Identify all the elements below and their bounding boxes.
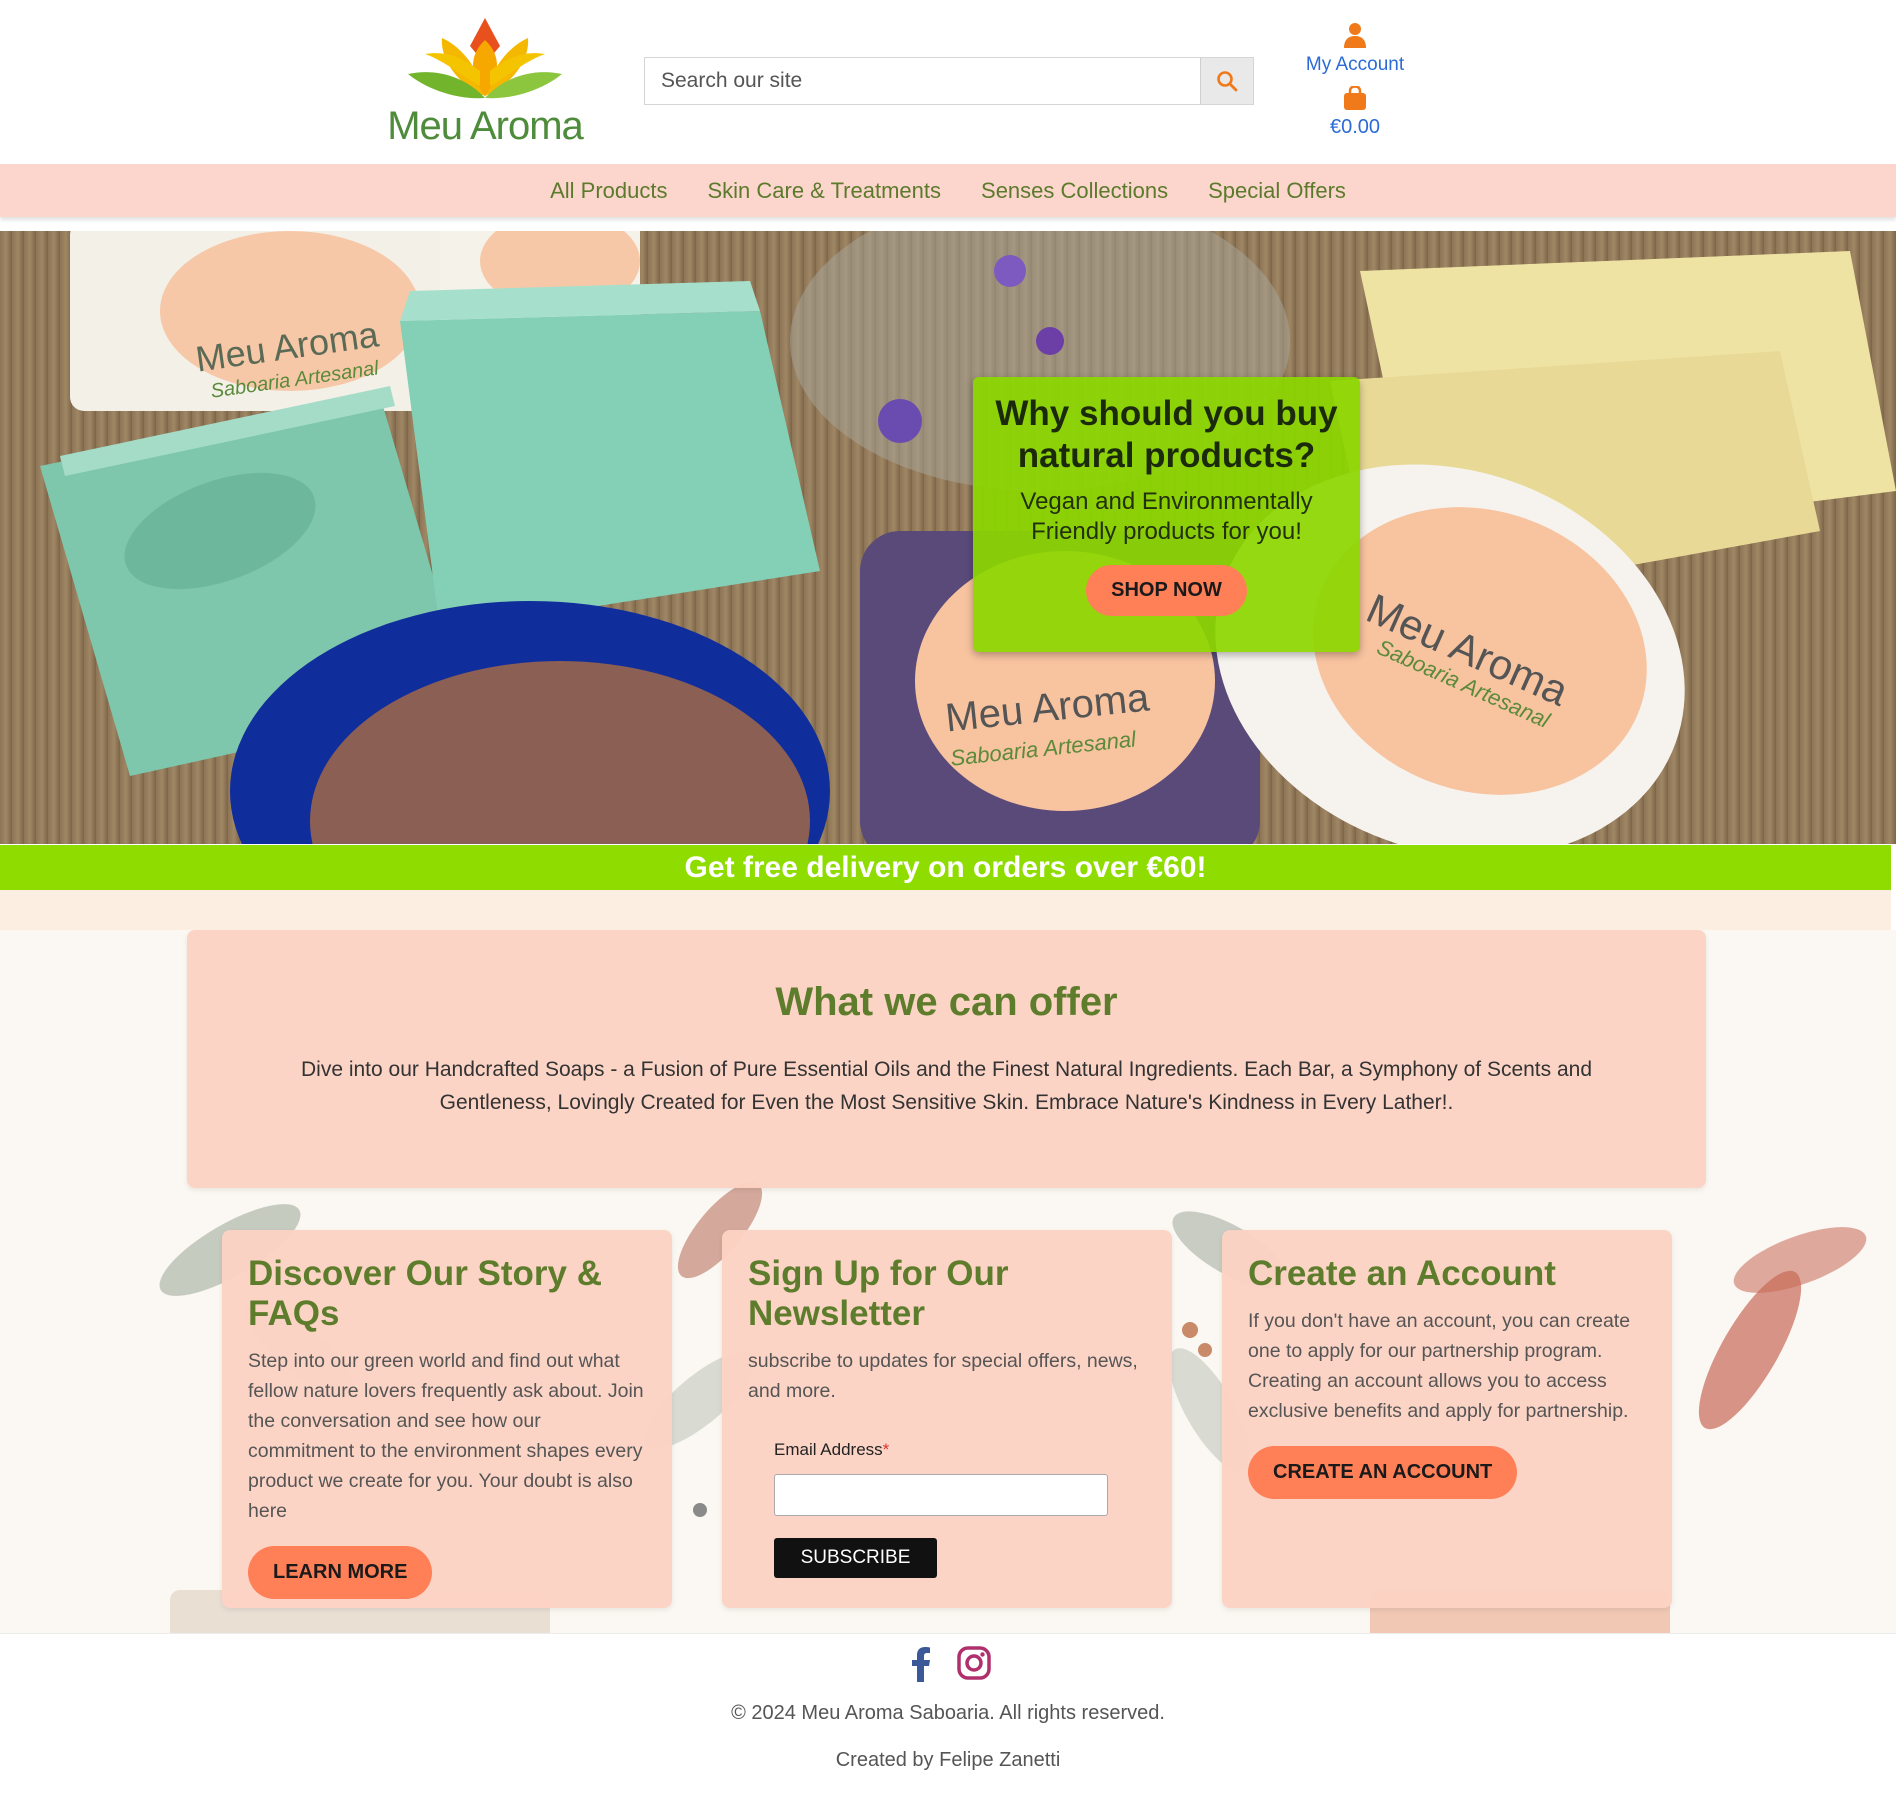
- shop-now-button[interactable]: SHOP NOW: [1086, 565, 1247, 616]
- newsletter-card: Sign Up for Our Newsletter subscribe to …: [722, 1230, 1172, 1608]
- nav-item-all-products[interactable]: All Products: [550, 178, 667, 204]
- credits-text: Created by Felipe Zanetti: [835, 1749, 1061, 1771]
- brand-logo[interactable]: Meu Aroma: [380, 16, 590, 148]
- offer-text: Dive into our Handcrafted Soaps - a Fusi…: [300, 1058, 1593, 1114]
- create-account-card: Create an Account If you don't have an a…: [1222, 1230, 1672, 1608]
- logo-text: Meu Aroma: [387, 104, 584, 148]
- nav-item-senses-collections[interactable]: Senses Collections: [981, 178, 1168, 204]
- user-icon: [1344, 23, 1366, 48]
- create-account-text: If you don't have an account, you can cr…: [1248, 1310, 1631, 1422]
- my-account-label: My Account: [1305, 54, 1405, 75]
- site-header: Meu Aroma My Account €0.00: [0, 0, 1896, 163]
- cart-link[interactable]: €0.00: [1300, 85, 1410, 139]
- hero-text: Vegan and Environmentally Friendly produ…: [1020, 488, 1313, 545]
- main-navigation: All Products Skin Care & Treatments Sens…: [0, 164, 1896, 217]
- email-field[interactable]: [774, 1474, 1108, 1516]
- shopping-bag-icon: [1344, 85, 1366, 110]
- hero-promo-card: Why should you buy natural products? Veg…: [973, 377, 1360, 652]
- story-text: Step into our green world and find out w…: [248, 1350, 644, 1522]
- copyright-text: © 2024 Meu Aroma Saboaria. All rights re…: [731, 1702, 1165, 1724]
- search-bar: [644, 57, 1254, 105]
- nav-item-skin-care[interactable]: Skin Care & Treatments: [707, 178, 941, 204]
- create-account-title: Create an Account: [1248, 1254, 1556, 1293]
- instagram-icon[interactable]: [957, 1646, 991, 1680]
- lotus-logo-icon: [408, 18, 562, 99]
- offer-section: What we can offer Dive into our Handcraf…: [0, 930, 1896, 1633]
- nav-item-special-offers[interactable]: Special Offers: [1208, 178, 1346, 204]
- create-account-button[interactable]: CREATE AN ACCOUNT: [1248, 1446, 1518, 1499]
- subscribe-button[interactable]: SUBSCRIBE: [774, 1538, 937, 1578]
- story-title: Discover Our Story & FAQs: [248, 1254, 602, 1333]
- social-links: [0, 1646, 1896, 1682]
- facebook-icon[interactable]: [905, 1646, 937, 1682]
- section-divider: [0, 890, 1891, 930]
- search-icon: [1217, 71, 1238, 92]
- learn-more-button[interactable]: LEARN MORE: [248, 1546, 433, 1599]
- email-label: Email Address*: [774, 1440, 890, 1459]
- offer-title: What we can offer: [775, 980, 1118, 1024]
- my-account-link[interactable]: My Account: [1300, 22, 1410, 76]
- hero-title: Why should you buy natural products?: [995, 394, 1338, 475]
- newsletter-title: Sign Up for Our Newsletter: [748, 1254, 1009, 1333]
- hero-soap-image: [40, 231, 1896, 844]
- search-input[interactable]: [645, 58, 1200, 104]
- story-faqs-card: Discover Our Story & FAQs Step into our …: [222, 1230, 672, 1608]
- search-button[interactable]: [1200, 58, 1253, 104]
- newsletter-text: subscribe to updates for special offers,…: [748, 1350, 1138, 1402]
- free-delivery-banner: Get free delivery on orders over €60!: [0, 845, 1891, 890]
- hero-banner: Meu Aroma Saboaria Artesanal Meu Aroma S…: [0, 231, 1896, 844]
- cart-total: €0.00: [1329, 116, 1381, 138]
- required-mark: *: [882, 1440, 890, 1459]
- site-footer: © 2024 Meu Aroma Saboaria. All rights re…: [0, 1633, 1896, 1813]
- what-we-offer-card: What we can offer Dive into our Handcraf…: [187, 930, 1706, 1188]
